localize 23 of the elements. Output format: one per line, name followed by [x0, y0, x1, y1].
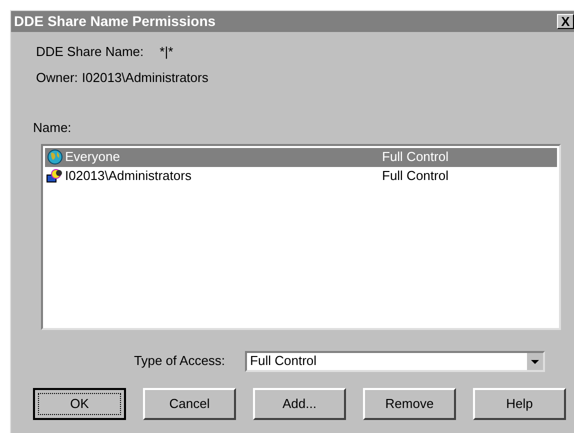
list-row[interactable]: Everyone Full Control	[45, 148, 557, 166]
user-group-icon	[46, 168, 64, 184]
access-dropdown[interactable]: Full Control	[245, 350, 546, 372]
list-label: Name:	[33, 119, 72, 137]
globe-icon	[46, 149, 62, 165]
window-title: DDE Share Name Permissions	[14, 12, 216, 31]
owner-value: I02013\Administrators	[82, 69, 208, 88]
field-label: Type of Access:	[134, 352, 226, 370]
access-level: Full Control	[382, 167, 448, 186]
list-row[interactable]: I02013\Administrators Full Control	[45, 166, 557, 186]
account-name: Everyone	[64, 148, 121, 166]
field-label: Owner:	[36, 69, 78, 88]
dialog-button[interactable]: Help	[473, 388, 566, 420]
account-name: I02013\Administrators	[64, 167, 192, 186]
dropdown-value: Full Control	[249, 352, 317, 370]
field-label: DDE Share Name:	[36, 43, 144, 62]
dialog-button[interactable]: OK	[33, 388, 126, 420]
access-level: Full Control	[382, 148, 448, 166]
share-name-value: *|*	[160, 43, 174, 62]
dialog-button[interactable]: Remove	[363, 388, 456, 420]
close-button[interactable]: X	[557, 14, 574, 29]
dialog-button[interactable]: Add...	[253, 388, 346, 420]
dialog-button[interactable]: Cancel	[143, 388, 236, 420]
